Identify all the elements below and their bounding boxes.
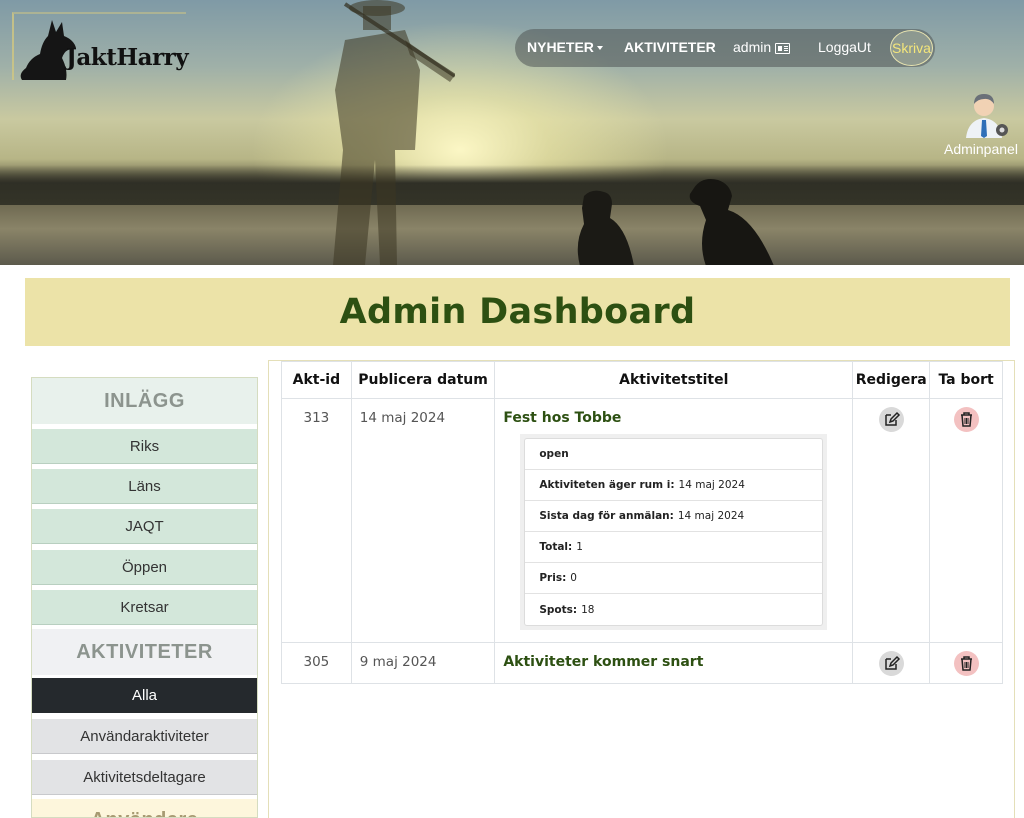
sidebar: INLÄGG Riks Läns JAQT Öppen Kretsar AKTI… — [31, 377, 258, 818]
col-header-title: Aktivitetstitel — [494, 361, 854, 399]
nav-logout[interactable]: LoggaUt — [818, 39, 871, 55]
activities-panel: Akt-id Publicera datum Aktivitetstitel R… — [268, 360, 1015, 818]
trash-icon — [960, 656, 972, 671]
detail-status-value: open — [539, 448, 569, 460]
cell-delete — [929, 642, 1003, 684]
col-header-edit: Redigera — [852, 361, 931, 399]
detail-occurs-value: 14 maj 2024 — [678, 479, 745, 491]
dog-silhouette — [689, 179, 774, 265]
sidebar-item-riks[interactable]: Riks — [32, 428, 257, 464]
dog-silhouette — [577, 190, 634, 265]
cell-id: 313 — [281, 398, 352, 643]
admin-avatar-icon — [966, 94, 1008, 138]
cell-edit — [852, 642, 931, 684]
top-nav: NYHETER AKTIVITETER admin LoggaUt Skriva — [515, 29, 935, 67]
cell-title: Aktiviteter kommer snart — [494, 642, 854, 684]
activity-details-list: open Aktiviteten äger rum i: 14 maj 2024 … — [524, 438, 824, 626]
site-logo[interactable]: JaktHarry — [12, 12, 189, 80]
nav-user-label: admin — [733, 39, 772, 55]
detail-deadline: Sista dag för anmälan: 14 maj 2024 — [525, 501, 823, 532]
id-card-icon — [775, 42, 791, 54]
sidebar-item-lans[interactable]: Läns — [32, 468, 257, 504]
detail-total-label: Total: — [539, 541, 573, 553]
sidebar-heading-posts: INLÄGG — [32, 378, 257, 424]
edit-button[interactable] — [878, 407, 904, 432]
activities-table: Akt-id Publicera datum Aktivitetstitel R… — [281, 361, 1003, 684]
edit-button[interactable] — [878, 651, 904, 676]
detail-deadline-value: 14 maj 2024 — [677, 510, 745, 522]
page-title: Admin Dashboard — [339, 292, 696, 332]
sidebar-item-kretsar[interactable]: Kretsar — [32, 589, 257, 625]
cell-delete — [929, 398, 1003, 643]
cell-edit — [852, 398, 931, 643]
col-header-delete: Ta bort — [929, 361, 1003, 399]
table-header-row: Akt-id Publicera datum Aktivitetstitel R… — [281, 361, 1003, 399]
detail-spots-value: 18 — [581, 603, 595, 616]
sidebar-item-user-activities[interactable]: Användaraktiviteter — [32, 718, 257, 754]
delete-button[interactable] — [953, 651, 979, 676]
sidebar-item-all[interactable]: Alla — [32, 677, 257, 713]
detail-spots-label: Spots: — [539, 603, 578, 616]
sidebar-item-jaqt[interactable]: JAQT — [32, 508, 257, 544]
edit-icon — [884, 655, 900, 670]
table-row: 305 9 maj 2024 Aktiviteter kommer snart — [281, 642, 1003, 684]
col-header-date: Publicera datum — [350, 361, 496, 399]
adminpanel-label: Adminpanel — [944, 141, 1018, 157]
cell-date: 14 maj 2024 — [350, 398, 496, 643]
trash-icon — [960, 412, 972, 427]
detail-price-value: 0 — [570, 572, 577, 584]
detail-price-label: Pris: — [539, 572, 567, 584]
cell-title: Fest hos Tobbe open Aktiviteten äger rum… — [494, 398, 854, 643]
cell-date: 9 maj 2024 — [350, 642, 496, 684]
activity-title[interactable]: Fest hos Tobbe — [503, 410, 844, 426]
sidebar-heading-activities: AKTIVITETER — [32, 629, 257, 675]
nav-news-label: NYHETER — [527, 39, 594, 55]
detail-spots: Spots: 18 — [525, 594, 822, 625]
ground — [0, 205, 1024, 265]
caret-down-icon — [596, 46, 603, 51]
logo-text: JaktHarry — [66, 44, 189, 71]
detail-occurs-label: Aktiviteten äger rum i: — [539, 479, 675, 491]
activity-details: open Aktiviteten äger rum i: 14 maj 2024 … — [520, 434, 828, 630]
write-button[interactable]: Skriva — [890, 30, 933, 66]
cell-id: 305 — [281, 642, 352, 684]
detail-total-value: 1 — [576, 541, 583, 553]
detail-deadline-label: Sista dag för anmälan: — [539, 510, 674, 522]
nav-user[interactable]: admin — [733, 39, 791, 55]
activity-title[interactable]: Aktiviteter kommer snart — [503, 654, 844, 670]
sidebar-item-oppen[interactable]: Öppen — [32, 549, 257, 585]
table-row: 313 14 maj 2024 Fest hos Tobbe open Akti… — [281, 398, 1003, 643]
detail-status: open — [525, 439, 823, 470]
title-band: Admin Dashboard — [25, 278, 1010, 346]
treeline — [0, 165, 1024, 210]
nav-activities[interactable]: AKTIVITETER — [624, 39, 716, 55]
adminpanel-link[interactable]: Adminpanel — [944, 90, 1024, 160]
hunter-silhouette — [333, 0, 455, 265]
nav-news[interactable]: NYHETER — [527, 39, 603, 55]
edit-icon — [884, 411, 900, 426]
delete-button[interactable] — [953, 407, 979, 432]
col-header-id: Akt-id — [281, 361, 352, 399]
sidebar-item-participants[interactable]: Aktivitetsdeltagare — [32, 759, 257, 795]
detail-occurs: Aktiviteten äger rum i: 14 maj 2024 — [525, 470, 823, 501]
hero-banner: JaktHarry NYHETER AKTIVITETER admin Logg… — [0, 0, 1024, 265]
sidebar-heading-users: Användare — [32, 799, 257, 817]
detail-total: Total: 1 — [525, 532, 823, 563]
detail-price: Pris: 0 — [525, 563, 823, 594]
